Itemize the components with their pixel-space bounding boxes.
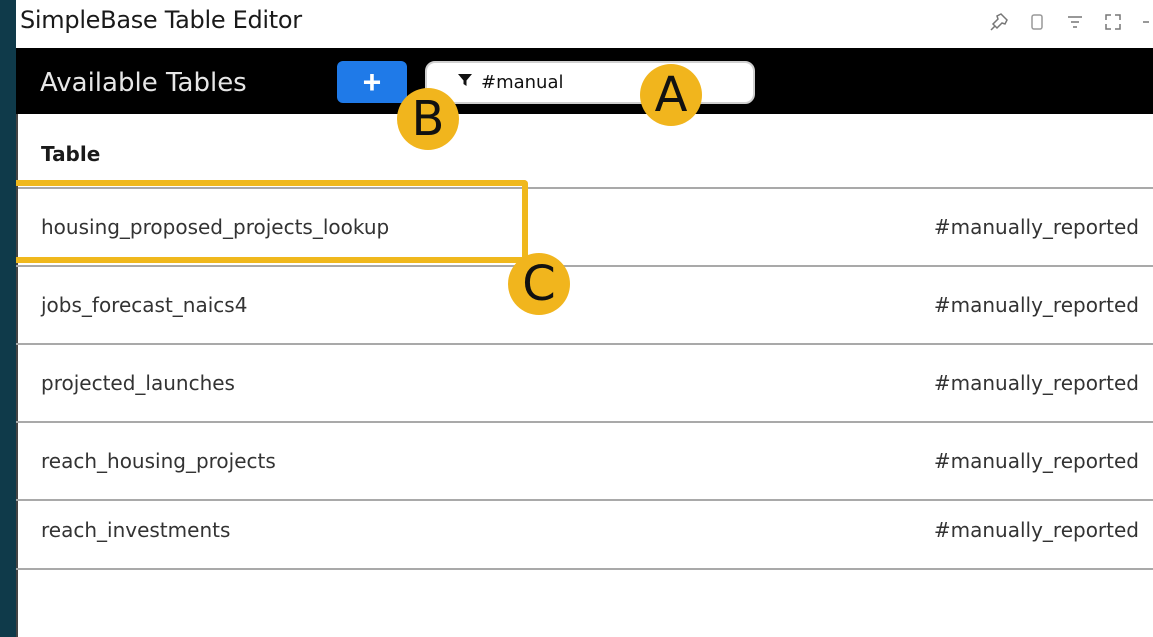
- more-icon[interactable]: [1141, 12, 1149, 32]
- copy-icon[interactable]: [1027, 12, 1047, 32]
- table-tag: #manually_reported: [933, 215, 1139, 239]
- table-row[interactable]: reach_investments #manually_reported: [16, 492, 1153, 570]
- table-name: projected_launches: [41, 371, 235, 395]
- table-row[interactable]: projected_launches #manually_reported: [16, 345, 1153, 423]
- filter-input[interactable]: [479, 71, 723, 94]
- table-name: reach_investments: [41, 518, 231, 542]
- add-table-button[interactable]: +: [337, 61, 407, 103]
- editor-window: SimpleBase Table Editor Available Tables…: [16, 0, 1153, 637]
- expand-icon[interactable]: [1103, 12, 1123, 32]
- tables-header: Available Tables +: [16, 48, 1153, 114]
- filter-field[interactable]: [425, 61, 755, 104]
- table-tag: #manually_reported: [933, 371, 1139, 395]
- filter-lines-icon[interactable]: [1065, 12, 1085, 32]
- table-name: housing_proposed_projects_lookup: [41, 215, 390, 239]
- funnel-icon: [457, 72, 473, 93]
- plus-icon: +: [362, 64, 382, 100]
- table-row[interactable]: reach_housing_projects #manually_reporte…: [16, 423, 1153, 501]
- pin-icon[interactable]: [989, 12, 1009, 32]
- table-name: jobs_forecast_naics4: [41, 293, 248, 317]
- table-row[interactable]: jobs_forecast_naics4 #manually_reported: [16, 267, 1153, 345]
- app-title: SimpleBase Table Editor: [20, 6, 302, 34]
- column-header: Table: [16, 114, 1153, 189]
- table-tag: #manually_reported: [933, 293, 1139, 317]
- title-bar: SimpleBase Table Editor: [16, 0, 1153, 48]
- table-row[interactable]: housing_proposed_projects_lookup #manual…: [16, 189, 1153, 267]
- table-tag: #manually_reported: [933, 518, 1139, 542]
- table-name: reach_housing_projects: [41, 449, 276, 473]
- column-header-table: Table: [41, 142, 101, 166]
- table-tag: #manually_reported: [933, 449, 1139, 473]
- title-icons: [989, 12, 1149, 32]
- header-title: Available Tables: [40, 68, 247, 98]
